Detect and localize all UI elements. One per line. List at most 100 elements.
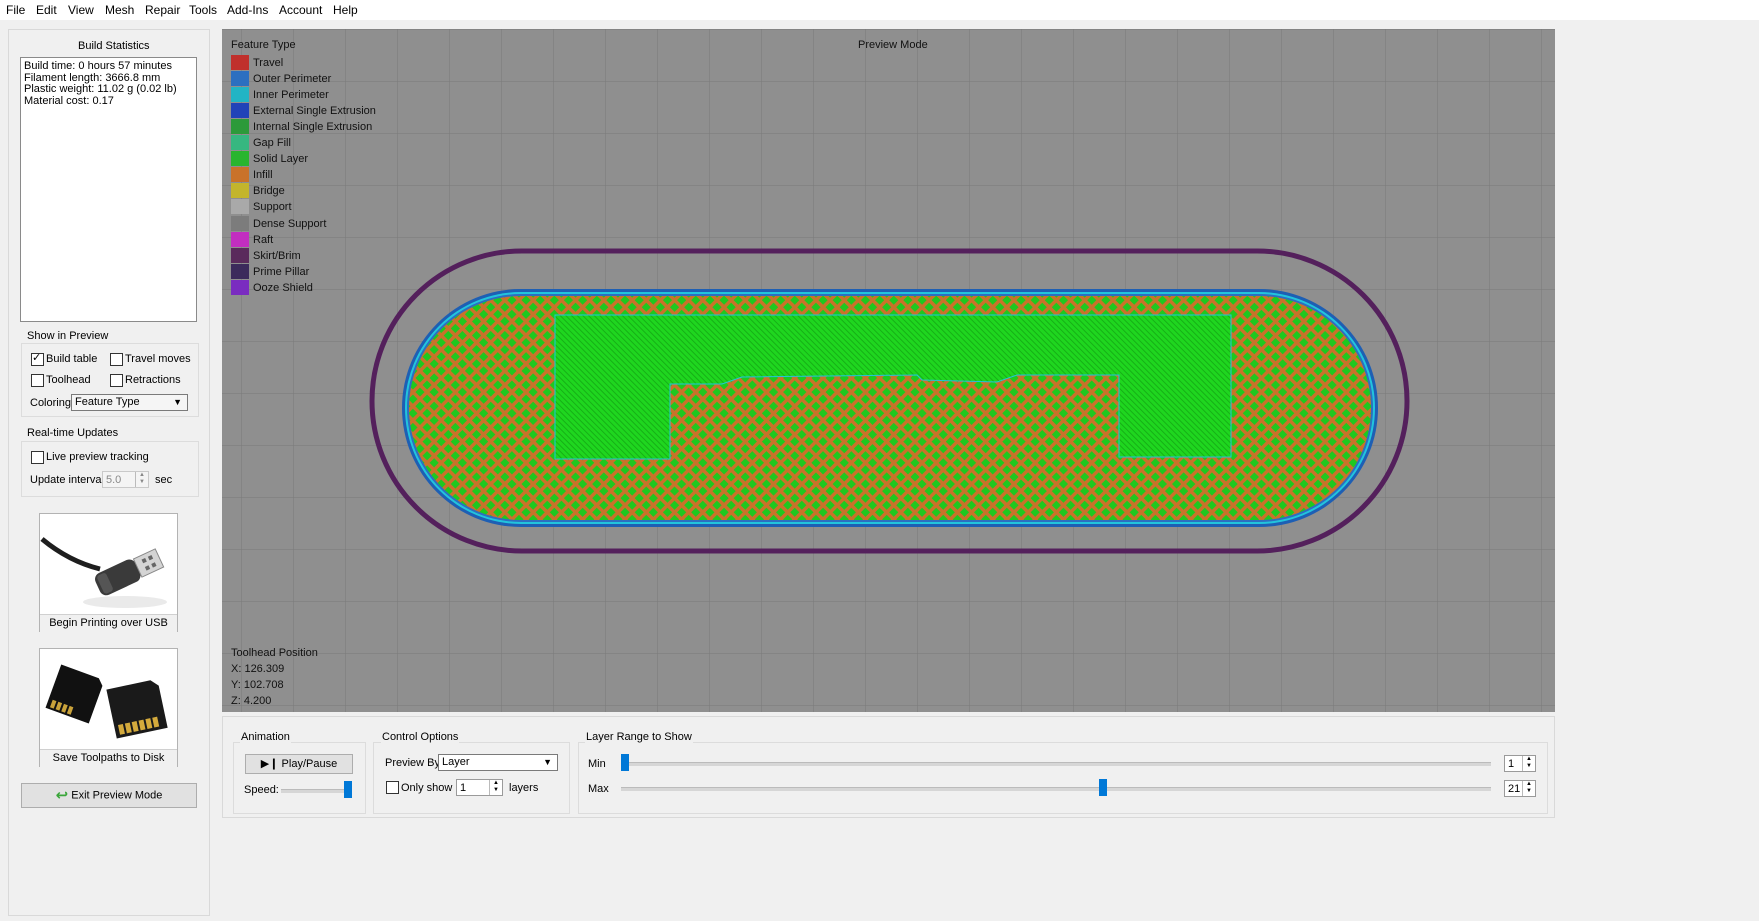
menu-repair[interactable]: Repair	[145, 3, 180, 17]
layer-range-title: Layer Range to Show	[585, 731, 693, 743]
legend-swatch	[231, 55, 249, 70]
legend-label: Bridge	[253, 185, 285, 197]
legend-swatch	[231, 183, 249, 198]
legend-label: Internal Single Extrusion	[253, 121, 373, 133]
usb-cable-icon	[40, 514, 177, 614]
legend-label: Inner Perimeter	[253, 89, 329, 101]
legend-swatch	[231, 103, 249, 118]
only-show-checkbox[interactable]	[386, 781, 399, 794]
update-interval-input[interactable]: 5.0 ▲ ▼	[102, 471, 149, 488]
legend-swatch	[231, 280, 249, 295]
live-preview-label: Live preview tracking	[46, 451, 149, 463]
spin-arrows-icon[interactable]: ▲ ▼	[1522, 756, 1535, 771]
build-table-label: Build table	[46, 353, 98, 365]
legend-swatch	[231, 232, 249, 247]
speed-label: Speed:	[244, 784, 279, 796]
menu-mesh[interactable]: Mesh	[105, 3, 134, 17]
begin-printing-usb-button[interactable]: Begin Printing over USB	[39, 513, 178, 632]
legend-swatch	[231, 199, 249, 214]
menu-bar: File Edit View Mesh Repair Tools Add-Ins…	[0, 0, 1759, 20]
stat-build-time: Build time: 0 hours 57 minutes	[24, 60, 172, 72]
menu-tools[interactable]: Tools	[189, 3, 217, 17]
preview-viewport[interactable]: Feature Type Preview Mode Travel Outer Pe…	[222, 29, 1555, 712]
speed-slider-handle[interactable]	[344, 781, 352, 798]
retractions-checkbox[interactable]	[110, 374, 123, 387]
save-toolpaths-label: Save Toolpaths to Disk	[40, 749, 177, 767]
max-layer-value: 21	[1508, 783, 1521, 795]
build-statistics-title: Build Statistics	[78, 40, 150, 52]
legend-label: Outer Perimeter	[253, 73, 332, 85]
min-layer-slider-handle[interactable]	[621, 754, 629, 771]
control-options-group	[373, 742, 570, 814]
left-panel: Build Statistics Build time: 0 hours 57 …	[8, 29, 210, 916]
retractions-label: Retractions	[125, 374, 181, 386]
spin-arrows-icon[interactable]: ▲ ▼	[1522, 781, 1535, 796]
legend-label: Support	[253, 201, 292, 213]
max-layer-input[interactable]: 21 ▲ ▼	[1504, 780, 1536, 797]
begin-printing-usb-label: Begin Printing over USB	[40, 614, 177, 632]
spin-arrows-icon[interactable]: ▲ ▼	[489, 780, 502, 795]
menu-edit[interactable]: Edit	[36, 3, 57, 17]
toolhead-label: Toolhead	[46, 374, 91, 386]
legend-swatch	[231, 264, 249, 279]
toolhead-y: Y: 102.708	[231, 679, 284, 691]
menu-account[interactable]: Account	[279, 3, 322, 17]
max-layer-slider-handle[interactable]	[1099, 779, 1107, 796]
max-layer-slider-track[interactable]	[621, 787, 1491, 791]
save-toolpaths-button[interactable]: Save Toolpaths to Disk	[39, 648, 178, 767]
preview-by-value: Layer	[442, 756, 470, 768]
only-show-value: 1	[460, 782, 467, 794]
chevron-down-icon: ▼	[173, 397, 182, 407]
sd-card-icon	[40, 649, 177, 749]
legend-label: Skirt/Brim	[253, 250, 301, 262]
play-pause-icon: ▶❙	[260, 758, 279, 770]
legend-label: Travel	[253, 57, 284, 69]
toolhead-checkbox[interactable]	[31, 374, 44, 387]
legend-swatch	[231, 167, 249, 182]
min-layer-slider-track[interactable]	[621, 762, 1491, 766]
exit-preview-mode-button[interactable]: ↩ Exit Preview Mode	[21, 783, 197, 808]
legend-swatch	[231, 216, 249, 231]
min-layer-input[interactable]: 1 ▲ ▼	[1504, 755, 1536, 772]
min-layer-label: Min	[588, 758, 606, 770]
live-preview-checkbox[interactable]	[31, 451, 44, 464]
legend-label: Raft	[253, 234, 274, 246]
min-layer-value: 1	[1508, 758, 1515, 770]
menu-file[interactable]: File	[6, 3, 25, 17]
legend-swatch	[231, 71, 249, 86]
update-interval-label: Update interval	[30, 474, 104, 486]
exit-preview-mode-label: Exit Preview Mode	[71, 789, 163, 802]
coloring-select[interactable]: Feature Type ▼	[71, 394, 188, 411]
max-layer-label: Max	[588, 783, 609, 795]
legend-label: External Single Extrusion	[253, 105, 376, 117]
preview-by-label: Preview By	[385, 757, 441, 769]
travel-moves-checkbox[interactable]	[110, 353, 123, 366]
only-show-input[interactable]: 1 ▲ ▼	[456, 779, 503, 796]
legend-title: Feature Type	[231, 39, 296, 51]
stat-plastic-weight: Plastic weight: 11.02 g (0.02 lb)	[24, 83, 177, 95]
toolpath-canvas[interactable]	[222, 29, 1555, 712]
only-show-label: Only show	[401, 782, 453, 794]
spin-arrows-icon[interactable]: ▲ ▼	[135, 472, 148, 487]
build-statistics-box[interactable]: Build time: 0 hours 57 minutes Filament …	[20, 57, 197, 322]
legend-label: Prime Pillar	[253, 266, 310, 278]
coloring-label: Coloring	[30, 397, 71, 409]
chevron-down-icon: ▼	[543, 757, 552, 767]
menu-help[interactable]: Help	[333, 3, 358, 17]
update-interval-value: 5.0	[106, 474, 122, 486]
preview-by-select[interactable]: Layer ▼	[438, 754, 558, 771]
speed-slider-track[interactable]	[281, 789, 351, 793]
show-in-preview-title: Show in Preview	[27, 330, 109, 342]
menu-add-ins[interactable]: Add-Ins	[227, 3, 268, 17]
legend-swatch	[231, 87, 249, 102]
legend-label: Gap Fill	[253, 137, 291, 149]
play-pause-label: Play/Pause	[281, 758, 338, 770]
play-pause-button[interactable]: ▶❙ Play/Pause	[245, 754, 353, 774]
layer-range-group	[578, 742, 1548, 814]
preview-mode-label: Preview Mode	[858, 39, 928, 51]
legend-swatch	[231, 135, 249, 150]
menu-view[interactable]: View	[68, 3, 94, 17]
realtime-updates-group	[21, 441, 199, 497]
legend-swatch	[231, 151, 249, 166]
build-table-checkbox[interactable]	[31, 351, 44, 366]
